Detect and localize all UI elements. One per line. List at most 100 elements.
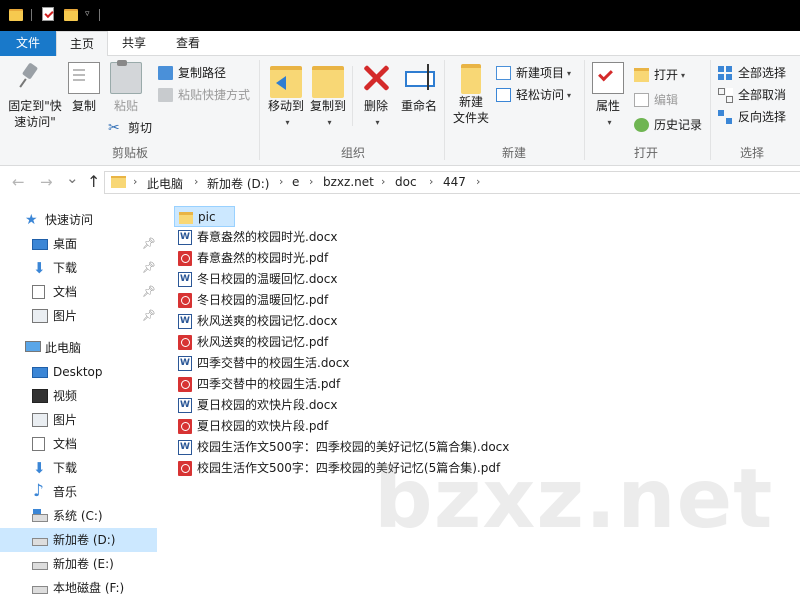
tab-share[interactable]: 共享 [110,31,158,56]
move-to-button[interactable]: 移动到 ▾ [264,62,308,131]
nav-quick-pictures[interactable]: 图片 📌︎ [0,304,157,328]
folder-icon [179,212,193,224]
edit-icon [634,93,649,107]
easy-access-button[interactable]: 轻松访问 ▾ [494,85,571,105]
copy-to-icon [312,66,344,98]
list-item-file[interactable]: 夏日校园的欢快片段.pdf [174,416,328,437]
up-button[interactable]: ↑ [87,172,100,191]
breadcrumb-chevron-icon[interactable]: › [476,175,480,188]
cut-button[interactable]: 剪切 [106,118,152,138]
copy-button[interactable]: 复制 [66,62,102,114]
chevron-down-icon[interactable]: ▿ [85,9,90,27]
list-item-file[interactable]: 秋风送爽的校园记忆.docx [174,311,337,332]
invert-selection-button[interactable]: 反向选择 [716,107,786,127]
paste-shortcut-button[interactable]: 粘贴快捷方式 [156,85,250,105]
pin-to-quick-access-button[interactable]: 固定到"快 速访问" [4,62,66,130]
breadcrumb-item[interactable]: 新加卷 (D:) [207,175,269,192]
nav-quick-documents[interactable]: 文档 📌︎ [0,280,157,304]
recent-locations-button[interactable]: ⌄ [66,169,79,187]
select-all-button[interactable]: 全部选择 [716,63,786,83]
properties-button[interactable]: 属性 ▾ [590,62,626,131]
pin-icon[interactable]: 📌︎ [142,256,156,280]
forward-button[interactable]: → [40,173,53,191]
breadcrumb-chevron-icon[interactable]: › [309,175,313,188]
nav-label: 快速访问 [45,213,94,227]
breadcrumb-item[interactable]: doc [395,175,417,189]
list-item-file[interactable]: 冬日校园的温暖回忆.pdf [174,290,328,311]
pin-icon[interactable]: 📌︎ [142,304,156,328]
pin-icon[interactable]: 📌︎ [142,280,156,304]
nav-quick-access[interactable]: 快速访问 [0,208,157,232]
nav-pc-music[interactable]: 音乐 [0,479,157,504]
list-item-file[interactable]: 四季交替中的校园生活.docx [174,353,349,374]
history-button[interactable]: 历史记录 [632,115,702,135]
nav-quick-downloads[interactable]: 下载 📌︎ [0,256,157,280]
nav-label: 文档 [53,437,78,451]
paste-button[interactable]: 粘贴 [108,60,144,114]
back-button[interactable]: ← [12,173,25,191]
address-bar[interactable]: › 此电脑 › 新加卷 (D:) › e › bzxz.net › doc › … [104,171,800,194]
nav-pc-downloads[interactable]: 下载 [0,456,157,480]
breadcrumb-chevron-icon[interactable]: › [279,175,283,188]
pin-icon[interactable]: 📌︎ [142,232,156,256]
nav-drive-e[interactable]: 新加卷 (E:) [0,552,157,576]
list-item-file[interactable]: 秋风送爽的校园记忆.pdf [174,332,328,353]
computer-icon [25,341,41,352]
tab-file[interactable]: 文件 [0,31,56,56]
delete-button[interactable]: 删除 ▾ [358,62,394,131]
copy-to-button[interactable]: 复制到 ▾ [306,62,350,131]
breadcrumb-chevron-icon[interactable]: › [381,175,385,188]
tab-view[interactable]: 查看 [164,31,212,56]
edit-button[interactable]: 编辑 [632,90,678,110]
new-item-button[interactable]: 新建项目 ▾ [494,63,571,83]
rename-label: 重命名 [400,99,437,113]
nav-pc-desktop[interactable]: Desktop [0,360,157,384]
list-item-file[interactable]: 冬日校园的温暖回忆.docx [174,269,337,290]
tab-home[interactable]: 主页 [56,31,108,57]
easy-access-icon [496,88,511,102]
rename-button[interactable]: 重命名 [398,62,440,114]
nav-quick-desktop[interactable]: 桌面 📌︎ [0,232,157,256]
list-item-folder[interactable]: pic [174,206,235,227]
breadcrumb-item[interactable]: bzxz.net [323,175,374,189]
copy-icon [68,62,100,94]
list-item-file[interactable]: 夏日校园的欢快片段.docx [174,395,337,416]
nav-drive-d[interactable]: 新加卷 (D:) [0,528,157,552]
file-name: 四季交替中的校园生活.pdf [197,377,341,391]
breadcrumb-item[interactable]: 447 [443,175,466,189]
scissors-icon [108,118,123,138]
video-icon [32,389,48,403]
folder-icon[interactable] [9,9,23,21]
open-button[interactable]: 打开 ▾ [632,65,685,85]
breadcrumb-chevron-icon[interactable]: › [429,175,433,188]
nav-pc-pictures[interactable]: 图片 [0,408,157,432]
select-none-icon [718,88,733,103]
copy-path-button[interactable]: 复制路径 [156,63,226,83]
list-item-file[interactable]: 春意盎然的校园时光.docx [174,227,337,248]
nav-label: 图片 [53,309,78,323]
nav-pc-documents[interactable]: 文档 [0,432,157,456]
desktop-icon [32,239,48,250]
word-document-icon [178,353,192,374]
chevron-down-icon: ▾ [681,70,686,80]
list-item-file[interactable]: 春意盎然的校园时光.pdf [174,248,328,269]
nav-this-pc[interactable]: 此电脑 [0,336,157,360]
title-bar: ▿ [0,0,800,31]
breadcrumb-chevron-icon[interactable]: › [194,175,198,188]
list-item-file[interactable]: 四季交替中的校园生活.pdf [174,374,340,395]
new-folder-icon[interactable] [64,9,78,21]
nav-drive-f[interactable]: 本地磁盘 (F:) [0,576,157,600]
new-folder-button[interactable]: 新建 文件夹 [450,62,492,126]
select-all-label: 全部选择 [738,66,787,80]
nav-drive-c[interactable]: 系统 (C:) [0,504,157,528]
select-none-button[interactable]: 全部取消 [716,85,786,105]
watermark: bzxz.net [374,452,774,547]
pictures-icon [32,413,48,427]
pdf-icon [178,461,192,476]
breadcrumb-item[interactable]: e [292,175,299,189]
properties-icon[interactable] [42,7,54,21]
breadcrumb-item[interactable]: 此电脑 [147,175,183,192]
breadcrumb-chevron-icon[interactable]: › [133,175,137,188]
nav-pc-videos[interactable]: 视频 [0,384,157,408]
group-separator [259,60,260,160]
